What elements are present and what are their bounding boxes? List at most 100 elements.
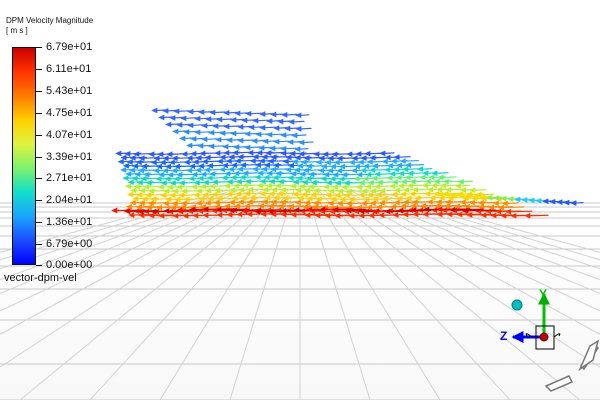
velocity-vector-head: [179, 135, 186, 142]
velocity-vector-head: [364, 183, 371, 190]
grid-line: [0, 189, 241, 270]
velocity-vector: [257, 119, 269, 122]
velocity-vector-head: [208, 183, 215, 190]
velocity-vector-head: [170, 167, 178, 174]
velocity-vector-head: [172, 128, 179, 135]
velocity-vector: [529, 214, 549, 217]
velocity-vector: [271, 133, 283, 136]
grid-line: [0, 189, 271, 368]
velocity-vector: [503, 206, 525, 209]
velocity-vector-head: [193, 192, 200, 198]
velocity-vector-head: [201, 122, 208, 129]
velocity-vector: [213, 145, 225, 147]
velocity-vector: [221, 118, 233, 121]
velocity-vector-head: [199, 183, 206, 190]
velocity-vector-head: [397, 183, 404, 189]
velocity-vector-head: [223, 150, 230, 156]
velocity-vector-head: [247, 149, 254, 156]
velocity-vector-head: [244, 144, 251, 151]
velocity-vector: [199, 131, 211, 133]
velocity-vector-head: [280, 145, 287, 152]
velocity-vector-head: [388, 183, 395, 190]
velocity-vector-head: [359, 167, 367, 174]
velocity-vector-head: [291, 132, 298, 139]
velocity-vector: [264, 126, 276, 129]
velocity-vector-head: [266, 118, 273, 124]
velocity-vector-head: [237, 124, 244, 130]
velocity-vector-head: [216, 116, 223, 123]
velocity-vector: [296, 134, 307, 137]
velocity-vector-head: [287, 175, 294, 181]
velocity-vector-head: [198, 109, 205, 115]
velocity-vector-head: [208, 143, 215, 150]
velocity-vector: [185, 117, 197, 119]
grid-line: [311, 189, 441, 400]
velocity-vector-head: [232, 182, 239, 189]
velocity-vector-head: [155, 175, 162, 182]
velocity-vector-head: [239, 174, 246, 181]
velocity-vector-head: [165, 121, 172, 128]
velocity-vector-head: [181, 151, 188, 157]
velocity-vector-head: [563, 199, 570, 206]
velocity-vector-head: [223, 110, 230, 116]
velocity-vector-head: [556, 199, 563, 205]
velocity-vector-head: [358, 192, 365, 199]
velocity-vector-head: [521, 197, 528, 203]
velocity-vector: [384, 152, 395, 154]
velocity-vector-head: [228, 199, 235, 206]
velocity-vector: [474, 189, 487, 191]
velocity-vector-head: [176, 122, 183, 128]
velocity-vector: [249, 146, 261, 149]
velocity-vector-head: [178, 192, 185, 199]
velocity-vector-head: [230, 130, 237, 137]
velocity-vector-head: [364, 150, 371, 157]
velocity-colorbar: [12, 47, 36, 265]
velocity-vector-head: [433, 190, 440, 197]
velocity-vector-head: [459, 199, 466, 206]
velocity-vector-head: [320, 175, 327, 182]
velocity-vector-head: [313, 151, 320, 157]
orientation-triad[interactable]: [511, 292, 561, 350]
velocity-vector-head: [348, 212, 355, 219]
velocity-vector-head: [381, 158, 388, 165]
fluent-graphics-window[interactable]: DPM Velocity Magnitude [ m s ] 6.79e+01 …: [0, 0, 600, 400]
velocity-vector-head: [222, 143, 229, 150]
velocity-vector-head: [426, 199, 433, 205]
velocity-vector-head: [392, 212, 399, 218]
velocity-vector-head: [194, 129, 201, 136]
velocity-vector-head: [205, 116, 212, 122]
velocity-vector-head: [266, 131, 273, 138]
graphics-viewport[interactable]: [0, 0, 600, 400]
grid-line: [359, 189, 600, 270]
velocity-vector: [422, 168, 433, 170]
velocity-vector: [293, 120, 305, 123]
velocity-vector-head: [203, 167, 211, 173]
velocity-vector-head: [315, 159, 322, 166]
velocity-vector-head: [428, 174, 435, 181]
velocity-vector: [462, 180, 473, 183]
velocity-vector: [575, 201, 584, 204]
velocity-vector-head: [446, 211, 453, 218]
velocity-vector-head: [269, 145, 276, 152]
velocity-vector-head: [399, 158, 406, 164]
velocity-vector-head: [492, 200, 499, 207]
velocity-vector-head: [221, 174, 228, 181]
velocity-vector: [300, 114, 310, 116]
velocity-vector: [404, 159, 419, 162]
velocity-vector-head: [185, 167, 193, 174]
velocity-vector-head: [219, 130, 226, 136]
velocity-vector-head: [284, 166, 292, 173]
velocity-vector-head: [225, 158, 232, 164]
velocity-vector-head: [188, 175, 195, 182]
velocity-vector-head: [334, 212, 341, 219]
velocity-vector-head: [524, 212, 531, 219]
velocity-vector: [467, 209, 497, 212]
velocity-vector-head: [190, 136, 197, 142]
velocity-vector-head: [183, 159, 190, 166]
velocity-vector-head: [400, 191, 407, 197]
velocity-vector-head: [350, 167, 358, 174]
velocity-vector-head: [234, 158, 241, 164]
velocity-vector: [285, 147, 297, 150]
velocity-vector-head: [230, 174, 237, 181]
velocity-vector: [228, 125, 240, 128]
